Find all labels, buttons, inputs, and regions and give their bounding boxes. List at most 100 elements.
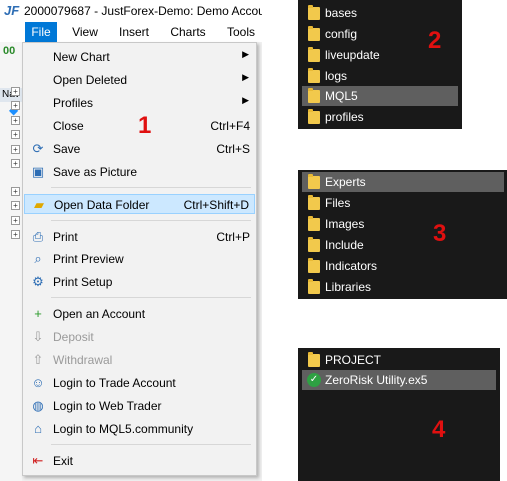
folder-name: liveupdate bbox=[325, 48, 380, 62]
folder-icon bbox=[308, 237, 320, 252]
folder-icon bbox=[308, 279, 320, 294]
menu-item-login-trade-account[interactable]: ☺ Login to Trade Account bbox=[24, 373, 255, 393]
menu-shortcut: Ctrl+S bbox=[216, 142, 250, 156]
folder-name: Libraries bbox=[325, 280, 372, 294]
menu-item-label: Print bbox=[53, 230, 78, 244]
folder-name: Files bbox=[325, 196, 351, 210]
menu-separator bbox=[51, 297, 251, 298]
folder-row-mql5[interactable]: MQL5 bbox=[302, 86, 458, 106]
menu-tools[interactable]: Tools bbox=[220, 22, 262, 42]
window-title: 2000079687 - JustForex-Demo: Demo Accoun bbox=[24, 4, 262, 18]
folder-icon bbox=[308, 258, 320, 273]
menu-file[interactable]: File bbox=[25, 22, 57, 42]
menu-view[interactable]: View bbox=[64, 22, 106, 42]
expert-advisor-icon: ✓ bbox=[307, 373, 321, 387]
step-number-4: 4 bbox=[432, 416, 446, 443]
folder-name: logs bbox=[325, 69, 348, 83]
graduation-cap-icon: ⌂ bbox=[34, 421, 42, 436]
menu-separator bbox=[51, 187, 251, 188]
menu-item-label: Close bbox=[53, 119, 84, 133]
folder-name: MQL5 bbox=[325, 89, 358, 103]
step-number-1: 1 bbox=[138, 112, 152, 139]
tree-expand-icon[interactable]: + bbox=[11, 130, 20, 139]
menu-item-open-account[interactable]: + Open an Account bbox=[24, 304, 255, 324]
menu-item-label: Deposit bbox=[53, 330, 94, 344]
folder-name: config bbox=[325, 27, 358, 41]
print-preview-icon: ⌕ bbox=[34, 251, 42, 266]
submenu-arrow-icon: ▶ bbox=[242, 72, 249, 82]
folder-row-project[interactable]: PROJECT bbox=[302, 350, 496, 370]
tree-expand-icon[interactable]: + bbox=[11, 201, 20, 210]
user-icon: ☺ bbox=[31, 375, 45, 390]
globe-icon: ◍ bbox=[32, 398, 44, 413]
folder-icon bbox=[308, 47, 320, 62]
menu-item-login-mql5[interactable]: ⌂ Login to MQL5.community bbox=[24, 419, 255, 439]
menu-item-save[interactable]: ⟳ Save Ctrl+S bbox=[24, 139, 255, 159]
folder-icon: ▰ bbox=[34, 197, 44, 212]
menu-charts[interactable]: Charts bbox=[163, 22, 213, 42]
withdrawal-icon: ⇧ bbox=[32, 352, 44, 367]
menu-item-label: Save as Picture bbox=[53, 165, 138, 179]
tree-expand-icon[interactable]: + bbox=[11, 145, 20, 154]
tree-expand-icon[interactable]: + bbox=[11, 216, 20, 225]
menu-item-label: Print Preview bbox=[53, 252, 124, 266]
menu-item-profiles[interactable]: Profiles ▶ bbox=[24, 93, 255, 113]
menu-item-label: Print Setup bbox=[53, 275, 113, 289]
folder-row-bases[interactable]: bases bbox=[302, 3, 458, 23]
toolbar-icon[interactable]: 00 bbox=[3, 45, 15, 57]
folder-name: Images bbox=[325, 217, 365, 231]
menu-item-label: Save bbox=[53, 142, 81, 156]
folder-row-profiles[interactable]: profiles bbox=[302, 107, 458, 127]
step-number-3: 3 bbox=[433, 220, 447, 247]
folder-row-libraries[interactable]: Libraries bbox=[302, 277, 504, 297]
data-folder-listing: bases config liveupdate logs MQL5 profil… bbox=[298, 0, 462, 129]
menu-item-label: New Chart bbox=[53, 50, 110, 64]
tree-expand-icon[interactable]: + bbox=[11, 116, 20, 125]
submenu-arrow-icon: ▶ bbox=[242, 95, 249, 105]
folder-row-include[interactable]: Include bbox=[302, 235, 504, 255]
folder-name: profiles bbox=[325, 110, 364, 124]
menu-item-new-chart[interactable]: New Chart ▶ bbox=[24, 47, 255, 67]
menu-separator bbox=[51, 444, 251, 445]
menu-shortcut: Ctrl+Shift+D bbox=[183, 198, 249, 212]
menu-item-print-setup[interactable]: ⚙ Print Setup bbox=[24, 272, 255, 292]
folder-icon bbox=[308, 216, 320, 231]
plus-icon: + bbox=[34, 306, 42, 321]
menu-item-open-data-folder[interactable]: ▰ Open Data Folder Ctrl+Shift+D bbox=[24, 194, 255, 214]
folder-icon bbox=[308, 352, 320, 367]
menu-item-label: Login to MQL5.community bbox=[53, 422, 194, 436]
menu-item-withdrawal: ⇧ Withdrawal bbox=[24, 350, 255, 370]
folder-row-files[interactable]: Files bbox=[302, 193, 504, 213]
menu-item-login-web-trader[interactable]: ◍ Login to Web Trader bbox=[24, 396, 255, 416]
folder-name: bases bbox=[325, 6, 358, 20]
menu-insert[interactable]: Insert bbox=[111, 22, 157, 42]
step-number-2: 2 bbox=[428, 27, 442, 54]
menu-item-label: Login to Trade Account bbox=[53, 376, 176, 390]
tree-expand-icon[interactable]: + bbox=[11, 87, 20, 96]
menu-item-exit[interactable]: ⇤ Exit bbox=[24, 451, 255, 471]
tree-expand-icon[interactable]: + bbox=[11, 101, 20, 110]
menu-item-open-deleted[interactable]: Open Deleted ▶ bbox=[24, 70, 255, 90]
tree-expand-icon[interactable]: + bbox=[11, 230, 20, 239]
folder-row-images[interactable]: Images bbox=[302, 214, 504, 234]
folder-name: Experts bbox=[325, 175, 366, 189]
exit-icon: ⇤ bbox=[32, 453, 44, 468]
menu-item-label: Open an Account bbox=[53, 307, 146, 321]
folder-row-indicators[interactable]: Indicators bbox=[302, 256, 504, 276]
menu-item-label: Open Data Folder bbox=[54, 198, 150, 212]
folder-name: PROJECT bbox=[325, 353, 382, 367]
menu-item-print-preview[interactable]: ⌕ Print Preview bbox=[24, 249, 255, 269]
file-row-zerorisk-utility[interactable]: ✓ ZeroRisk Utility.ex5 bbox=[302, 370, 496, 390]
tree-expand-icon[interactable]: + bbox=[11, 187, 20, 196]
title-bar: JF 2000079687 - JustForex-Demo: Demo Acc… bbox=[0, 0, 262, 22]
submenu-arrow-icon: ▶ bbox=[242, 49, 249, 59]
folder-icon bbox=[308, 195, 320, 210]
menu-item-print[interactable]: ⎙ Print Ctrl+P bbox=[24, 227, 255, 247]
folder-row-experts[interactable]: Experts bbox=[302, 172, 504, 192]
experts-folder-listing: PROJECT ✓ ZeroRisk Utility.ex5 4 bbox=[298, 348, 500, 481]
folder-name: Include bbox=[325, 238, 364, 252]
folder-row-logs[interactable]: logs bbox=[302, 66, 458, 86]
menu-item-save-as-picture[interactable]: ▣ Save as Picture bbox=[24, 162, 255, 182]
file-name: ZeroRisk Utility.ex5 bbox=[325, 373, 428, 387]
tree-expand-icon[interactable]: + bbox=[11, 159, 20, 168]
